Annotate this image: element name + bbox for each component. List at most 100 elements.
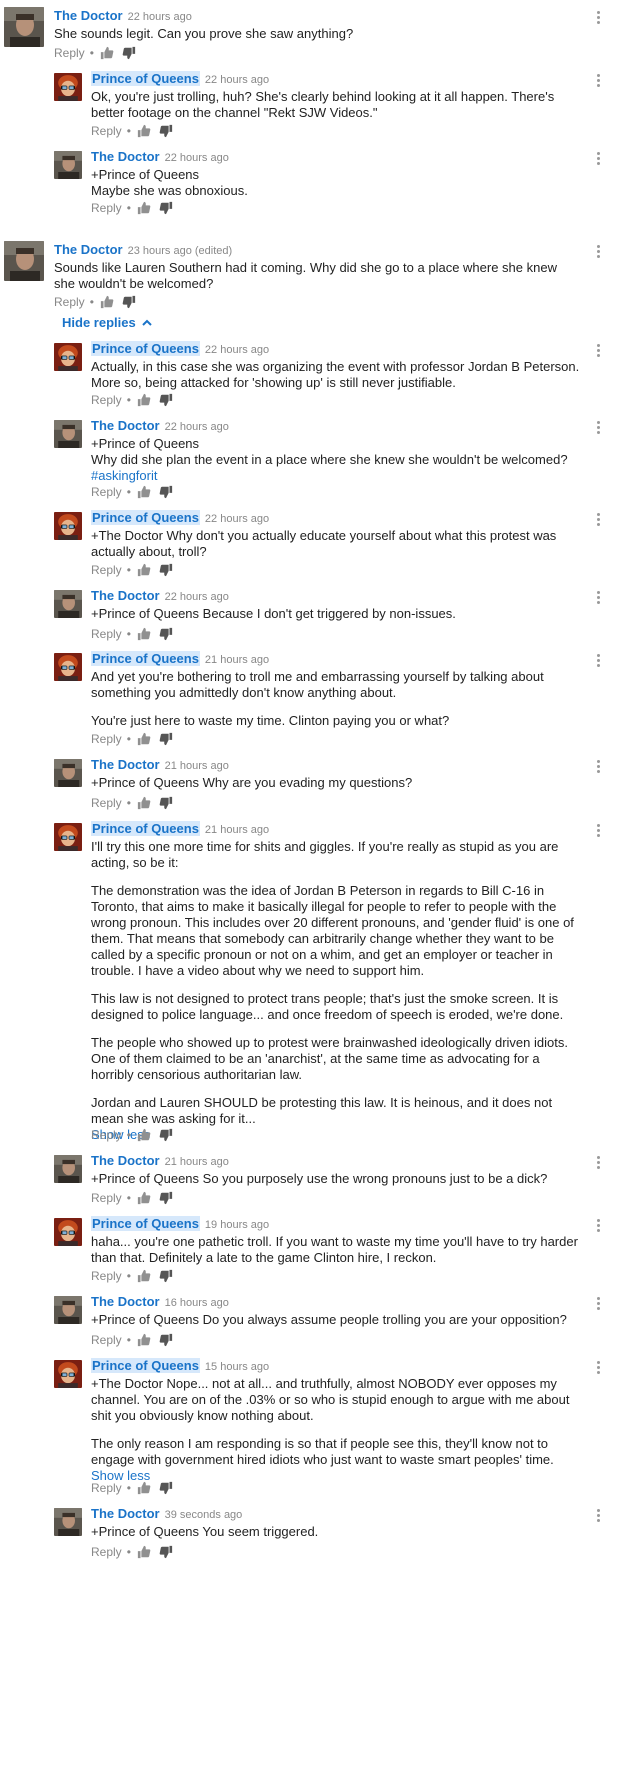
reply-button[interactable]: Reply xyxy=(91,1128,122,1142)
thumbs-up-icon[interactable] xyxy=(137,1128,151,1142)
thumbs-down-icon[interactable] xyxy=(159,1128,173,1142)
thumbs-up-icon[interactable] xyxy=(137,201,151,215)
author-name[interactable]: The Doctor xyxy=(91,757,160,772)
thumbs-up-icon[interactable] xyxy=(137,393,151,407)
reply-button[interactable]: Reply xyxy=(91,201,122,215)
avatar[interactable] xyxy=(4,241,44,281)
avatar[interactable] xyxy=(54,73,82,101)
more-options-icon[interactable] xyxy=(597,344,601,358)
thumbs-down-icon[interactable] xyxy=(159,563,173,577)
author-name[interactable]: Prince of Queens xyxy=(91,510,200,525)
author-name[interactable]: The Doctor xyxy=(91,1506,160,1521)
thumbs-up-icon[interactable] xyxy=(137,485,151,499)
more-options-icon[interactable] xyxy=(597,591,601,605)
author-name[interactable]: Prince of Queens xyxy=(91,341,200,356)
avatar[interactable] xyxy=(54,420,82,448)
thumbs-up-icon[interactable] xyxy=(137,1269,151,1283)
more-options-icon[interactable] xyxy=(597,1509,601,1523)
author-name[interactable]: The Doctor xyxy=(54,242,123,257)
avatar[interactable] xyxy=(54,151,82,179)
reply-button[interactable]: Reply xyxy=(91,796,122,810)
reply-button[interactable]: Reply xyxy=(91,732,122,746)
thumbs-down-icon[interactable] xyxy=(159,201,173,215)
thumbs-up-icon[interactable] xyxy=(137,1191,151,1205)
more-options-icon[interactable] xyxy=(597,421,601,435)
more-options-icon[interactable] xyxy=(597,513,601,527)
avatar[interactable] xyxy=(54,1296,82,1324)
hashtag-link[interactable]: #askingforit xyxy=(91,468,581,484)
thumbs-down-icon[interactable] xyxy=(159,1481,173,1495)
avatar[interactable] xyxy=(54,343,82,371)
thumbs-up-icon[interactable] xyxy=(137,1545,151,1559)
thumbs-up-icon[interactable] xyxy=(137,1333,151,1347)
reply-button[interactable]: Reply xyxy=(91,393,122,407)
separator-dot: • xyxy=(126,1191,131,1205)
thumbs-up-icon[interactable] xyxy=(137,563,151,577)
thumbs-down-icon[interactable] xyxy=(159,732,173,746)
thumbs-up-icon[interactable] xyxy=(100,295,114,309)
more-options-icon[interactable] xyxy=(597,1219,601,1233)
reply-button[interactable]: Reply xyxy=(54,46,85,60)
thumbs-up-icon[interactable] xyxy=(137,124,151,138)
avatar[interactable] xyxy=(54,1155,82,1183)
more-options-icon[interactable] xyxy=(597,824,601,838)
reply-button[interactable]: Reply xyxy=(91,1269,122,1283)
more-options-icon[interactable] xyxy=(597,1156,601,1170)
author-name[interactable]: Prince of Queens xyxy=(91,821,200,836)
more-options-icon[interactable] xyxy=(597,1361,601,1375)
more-options-icon[interactable] xyxy=(597,654,601,668)
author-name[interactable]: Prince of Queens xyxy=(91,1358,200,1373)
author-name[interactable]: The Doctor xyxy=(54,8,123,23)
avatar[interactable] xyxy=(54,653,82,681)
more-options-icon[interactable] xyxy=(597,74,601,88)
thumbs-up-icon[interactable] xyxy=(100,46,114,60)
reply-button[interactable]: Reply xyxy=(91,1545,122,1559)
avatar[interactable] xyxy=(54,759,82,787)
more-options-icon[interactable] xyxy=(597,245,601,259)
avatar[interactable] xyxy=(54,823,82,851)
thumbs-down-icon[interactable] xyxy=(159,627,173,641)
reply-button[interactable]: Reply xyxy=(91,1191,122,1205)
reply-button[interactable]: Reply xyxy=(91,124,122,138)
avatar[interactable] xyxy=(54,1508,82,1536)
thumbs-down-icon[interactable] xyxy=(159,1333,173,1347)
author-name[interactable]: Prince of Queens xyxy=(91,651,200,666)
thumbs-down-icon[interactable] xyxy=(159,1545,173,1559)
thumbs-up-icon[interactable] xyxy=(137,1481,151,1495)
hide-replies-button[interactable]: Hide replies xyxy=(62,315,153,330)
thumbs-down-icon[interactable] xyxy=(159,1269,173,1283)
author-name[interactable]: The Doctor xyxy=(91,418,160,433)
avatar[interactable] xyxy=(54,590,82,618)
reply-button[interactable]: Reply xyxy=(54,295,85,309)
reply-button[interactable]: Reply xyxy=(91,1481,122,1495)
author-name[interactable]: The Doctor xyxy=(91,149,160,164)
thumbs-up-icon[interactable] xyxy=(137,627,151,641)
author-name[interactable]: Prince of Queens xyxy=(91,71,200,86)
avatar[interactable] xyxy=(4,7,44,47)
more-options-icon[interactable] xyxy=(597,1297,601,1311)
thumbs-up-icon[interactable] xyxy=(137,732,151,746)
thumbs-down-icon[interactable] xyxy=(122,295,136,309)
comment-body: Prince of Queens 15 hours ago +The Doctor… xyxy=(91,1357,581,1484)
author-name[interactable]: Prince of Queens xyxy=(91,1216,200,1231)
more-options-icon[interactable] xyxy=(597,11,601,25)
thumbs-down-icon[interactable] xyxy=(122,46,136,60)
thumbs-down-icon[interactable] xyxy=(159,796,173,810)
author-name[interactable]: The Doctor xyxy=(91,588,160,603)
author-name[interactable]: The Doctor xyxy=(91,1294,160,1309)
avatar[interactable] xyxy=(54,512,82,540)
thumbs-up-icon[interactable] xyxy=(137,796,151,810)
avatar[interactable] xyxy=(54,1218,82,1246)
reply-button[interactable]: Reply xyxy=(91,627,122,641)
thumbs-down-icon[interactable] xyxy=(159,124,173,138)
reply-button[interactable]: Reply xyxy=(91,1333,122,1347)
reply-button[interactable]: Reply xyxy=(91,563,122,577)
thumbs-down-icon[interactable] xyxy=(159,485,173,499)
more-options-icon[interactable] xyxy=(597,152,601,166)
thumbs-down-icon[interactable] xyxy=(159,1191,173,1205)
author-name[interactable]: The Doctor xyxy=(91,1153,160,1168)
more-options-icon[interactable] xyxy=(597,760,601,774)
reply-button[interactable]: Reply xyxy=(91,485,122,499)
avatar[interactable] xyxy=(54,1360,82,1388)
thumbs-down-icon[interactable] xyxy=(159,393,173,407)
